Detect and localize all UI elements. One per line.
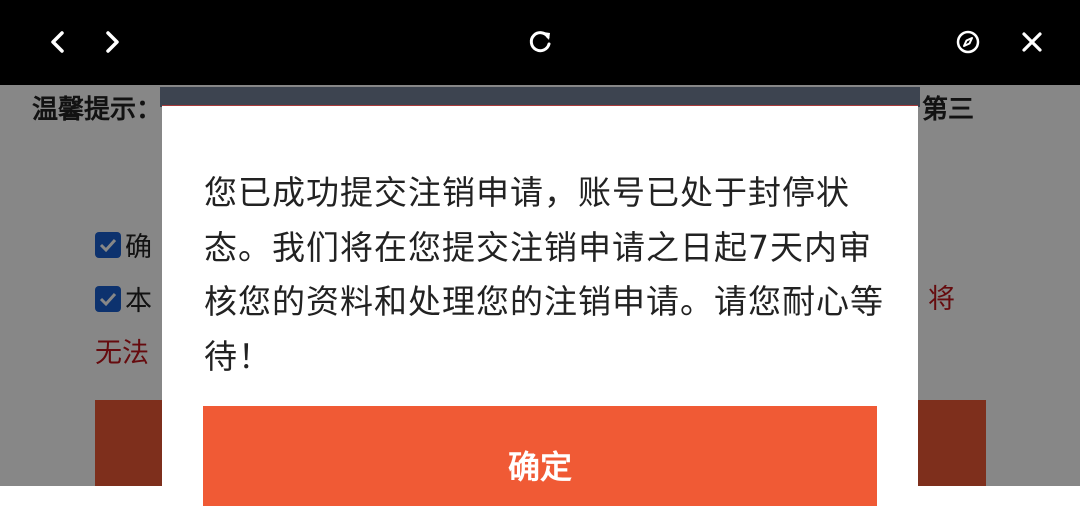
compass-icon <box>956 30 980 54</box>
forward-button[interactable] <box>92 22 132 62</box>
back-button[interactable] <box>38 22 78 62</box>
dialog-header-strip <box>160 87 920 107</box>
browser-toolbar <box>0 0 1080 85</box>
dialog-message: 您已成功提交注销申请，账号已处于封停状态。我们将在您提交注销申请之日起7天内审核… <box>204 173 884 376</box>
close-button[interactable] <box>1012 22 1052 62</box>
refresh-button[interactable] <box>520 22 560 62</box>
open-in-browser-button[interactable] <box>948 22 988 62</box>
confirm-button[interactable]: 确定 <box>203 406 877 506</box>
close-icon <box>1022 32 1042 52</box>
confirmation-dialog: 您已成功提交注销申请，账号已处于封停状态。我们将在您提交注销申请之日起7天内审核… <box>162 105 918 506</box>
chevron-left-icon <box>51 31 64 53</box>
chevron-right-icon <box>106 31 119 53</box>
refresh-icon <box>529 31 551 53</box>
